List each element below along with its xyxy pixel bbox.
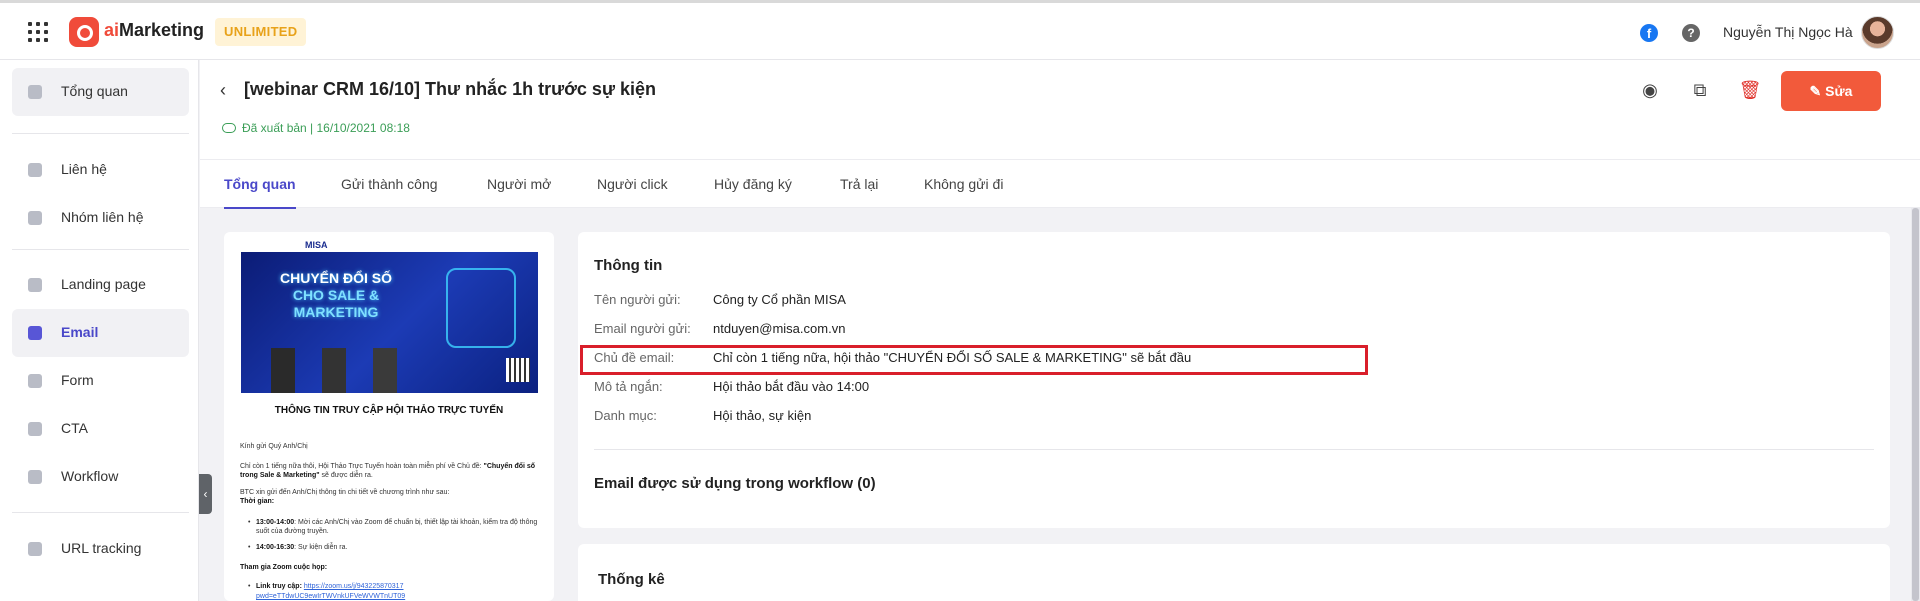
tab-bar: Tổng quan Gửi thành công Người mở Người … [200,160,1920,209]
tab-unsubscribed[interactable]: Hủy đăng ký [714,176,792,192]
speakers-image [271,348,421,393]
publish-status-text: Đã xuất bản | 16/10/2021 08:18 [242,121,410,135]
help-icon[interactable]: ? [1682,24,1700,42]
scrollbar-thumb[interactable] [1912,208,1919,601]
eye-icon[interactable]: ◉ [1638,78,1662,102]
tab-opened[interactable]: Người mở [487,176,551,192]
sidebar-item-label: CTA [61,420,88,436]
person-icon [28,163,42,177]
tab-not-sent[interactable]: Không gửi đi [924,176,1003,192]
link-icon [28,542,42,556]
tab-bounced[interactable]: Trả lại [840,176,878,192]
layers-icon [28,278,42,292]
info-divider [594,449,1874,450]
top-bar: aiMarketing UNLIMITED f ? Nguyễn Thị Ngọ… [0,0,1920,60]
preview-greeting: Kính gửi Quý Anh/Chị [240,443,308,450]
trash-icon[interactable]: 🗑 [1738,78,1762,102]
edit-button-label: Sửa [1825,83,1853,99]
stats-card: Thống kê [578,544,1890,601]
sidebar-divider [12,133,189,134]
facebook-icon[interactable]: f [1640,24,1658,42]
edit-button[interactable]: ✎ Sửa [1781,71,1881,111]
stats-title: Thống kê [598,571,665,588]
app-logo[interactable]: aiMarketing [104,20,204,41]
back-arrow-icon[interactable]: ‹ [220,80,226,101]
qr-code [506,358,530,382]
sidebar-divider [12,249,189,250]
sidebar-item-contact-groups[interactable]: Nhóm liên hệ [12,194,189,242]
sidebar-divider [12,512,189,513]
page-header: ‹ [webinar CRM 16/10] Thư nhắc 1h trước … [200,60,1920,160]
preview-zoom-link: Link truy cập: https://zoom.us/j/9432258… [248,582,540,591]
tab-clicked[interactable]: Người click [597,176,668,192]
preview-time-2: 14:00-16:30: Sự kiện diễn ra. [248,543,540,552]
preview-time-label: Thời gian: [240,498,275,505]
info-title: Thông tin [594,257,663,274]
sidebar-item-workflow[interactable]: Workflow [12,453,189,501]
pencil-icon: ✎ [1809,83,1826,99]
copy-icon[interactable]: ⧉ [1688,78,1712,102]
sidebar-item-label: Liên hệ [61,161,107,177]
sidebar-item-email[interactable]: Email [12,309,189,357]
logo-icon[interactable] [69,17,99,47]
sidebar: Tổng quan Liên hệ Nhóm liên hệ Landing p… [0,60,199,601]
sidebar-item-label: URL tracking [61,540,142,556]
info-card: Thông tin Tên người gửi: Công ty Cổ phần … [578,232,1890,528]
logo-prefix: ai [104,20,120,40]
sidebar-collapse-button[interactable]: ‹ [199,474,212,514]
sidebar-item-landing-page[interactable]: Landing page [12,261,189,309]
sidebar-item-label: Nhóm liên hệ [61,209,144,225]
sidebar-item-form[interactable]: Form [12,357,189,405]
email-preview[interactable]: MISA CHUYỂN ĐỔI SỐ CHO SALE & MARKETING … [224,232,554,601]
workflow-icon [28,470,42,484]
avatar[interactable] [1861,16,1894,49]
apps-grid-icon[interactable] [28,22,48,42]
sidebar-item-url-tracking[interactable]: URL tracking [12,525,189,573]
publish-status: Đã xuất bản | 16/10/2021 08:18 [222,121,410,135]
mail-icon [28,326,42,340]
sidebar-item-label: Email [61,324,99,340]
preview-btc: BTC xin gửi đến Anh/Chị thông tin chi ti… [240,489,450,496]
banner-title: CHUYỂN ĐỔI SỐ CHO SALE & MARKETING [279,270,392,320]
preview-heading: THÔNG TIN TRUY CẬP HỘI THẢO TRỰC TUYẾN [274,405,504,416]
cursor-icon [28,422,42,436]
sidebar-item-label: Workflow [61,468,119,484]
email-banner-image: MISA CHUYỂN ĐỔI SỐ CHO SALE & MARKETING [241,238,538,393]
page-title: [webinar CRM 16/10] Thư nhắc 1h trước sự… [244,79,656,99]
group-icon [28,211,42,225]
logo-name: Marketing [119,20,205,40]
tab-sent[interactable]: Gửi thành công [341,176,438,192]
sidebar-item-overview[interactable]: Tổng quan [12,68,189,116]
plan-badge: UNLIMITED [215,18,307,46]
preview-time-1: 13:00-14:00: Mời các Anh/Chị vào Zoom để… [248,518,540,536]
preview-zoom-label: Tham gia Zoom cuộc họp: [240,564,328,571]
sidebar-item-cta[interactable]: CTA [12,405,189,453]
form-icon [28,374,42,388]
sidebar-item-label: Landing page [61,276,146,292]
workflow-usage-title: Email được sử dụng trong workflow (0) [594,475,876,492]
sidebar-item-label: Tổng quan [61,83,128,99]
subject-highlight-box [580,345,1368,375]
sidebar-item-label: Form [61,372,94,388]
user-name[interactable]: Nguyễn Thị Ngọc Hà [1723,24,1853,40]
sidebar-item-contacts[interactable]: Liên hệ [12,146,189,194]
cloud-icon [222,123,236,133]
banner-brand: MISA [305,240,328,250]
chart-icon [28,85,42,99]
preview-zoom-link-2: pwd=eTTdwUC9ewIrTWVnkUFVeWVWTnUT09 [256,593,406,600]
preview-intro: Chỉ còn 1 tiếng nữa thôi, Hội Thảo Trực … [240,463,536,479]
tab-overview[interactable]: Tổng quan [224,176,296,209]
